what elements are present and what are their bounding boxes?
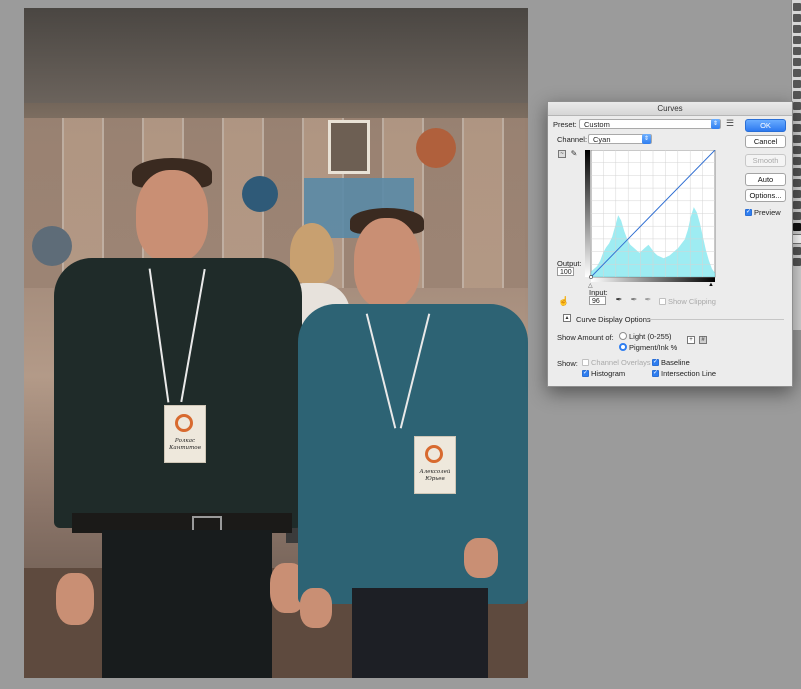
intersection-line-label: Intersection Line xyxy=(661,369,717,378)
baseline-label: Baseline xyxy=(661,358,690,367)
gray-eyedropper-icon[interactable]: ✒ xyxy=(630,296,638,304)
ceiling xyxy=(24,8,528,103)
curve-graph[interactable] xyxy=(585,150,716,283)
channel-overlays-label: Channel Overlays xyxy=(591,358,651,367)
zoom-tool-icon[interactable] xyxy=(793,212,801,220)
channel-value: Cyan xyxy=(593,135,611,144)
type-tool-icon[interactable] xyxy=(793,168,801,176)
document-canvas[interactable]: Ролкас Кантитов Алексолей Юрьев xyxy=(24,8,528,678)
channel-label: Channel: xyxy=(557,135,588,144)
preset-options-icon[interactable]: ☰ xyxy=(726,118,734,129)
history-brush-tool-icon[interactable] xyxy=(793,102,801,110)
black-eyedropper-icon[interactable]: ✒ xyxy=(615,296,623,304)
auto-button[interactable]: Auto xyxy=(745,173,786,186)
preset-value: Custom xyxy=(584,120,610,129)
simple-grid-icon[interactable]: + xyxy=(687,336,695,344)
ok-button[interactable]: OK xyxy=(745,119,786,132)
histogram-checkbox[interactable] xyxy=(582,369,589,377)
person-right: Алексолей Юрьев xyxy=(294,208,528,678)
channel-select[interactable]: Cyan ⇕ xyxy=(588,134,652,144)
channel-overlays-checkbox[interactable] xyxy=(582,359,589,366)
smooth-button[interactable]: Smooth xyxy=(745,154,786,167)
gradient-tool-icon[interactable] xyxy=(793,124,801,132)
quick-select-tool-icon[interactable] xyxy=(793,36,801,44)
name-badge-left: Ролкас Кантитов xyxy=(164,405,206,463)
blur-tool-icon[interactable] xyxy=(793,135,801,143)
input-field[interactable]: 96 xyxy=(589,296,606,305)
white-slider-icon[interactable]: ▲ xyxy=(708,282,714,288)
badge-text: Ролкас Кантитов xyxy=(169,438,201,451)
pigment-radio-label: Pigment/Ink % xyxy=(629,343,678,352)
pencil-tool-icon[interactable]: ✎ xyxy=(570,150,578,158)
section-divider xyxy=(647,319,784,320)
brush-tool-icon[interactable] xyxy=(793,80,801,88)
name-badge-right: Алексолей Юрьев xyxy=(414,436,456,494)
histogram-label: Histogram xyxy=(591,369,626,378)
preset-select[interactable]: Custom ⇕ xyxy=(579,119,721,129)
baseline-checkbox[interactable] xyxy=(652,358,659,366)
show-label: Show: xyxy=(557,359,578,368)
screen-mode-icon[interactable] xyxy=(793,258,801,266)
output-field[interactable]: 100 xyxy=(557,267,574,276)
show-clipping-label: Show Clipping xyxy=(668,297,716,306)
curve-display-options-label: Curve Display Options xyxy=(576,315,651,324)
input-gradient-bar xyxy=(591,277,715,282)
collapse-toggle-icon[interactable]: ▴ xyxy=(563,314,571,322)
decor-plate xyxy=(416,128,456,168)
foreground-color-icon[interactable] xyxy=(793,223,801,231)
healing-tool-icon[interactable] xyxy=(793,69,801,77)
detailed-grid-icon[interactable]: # xyxy=(699,336,707,344)
curve-point-tool-icon[interactable]: ~ xyxy=(558,150,566,158)
shape-tool-icon[interactable] xyxy=(793,190,801,198)
pigment-radio[interactable] xyxy=(619,343,627,351)
dialog-title: Curves xyxy=(548,102,792,116)
move-tool-icon[interactable] xyxy=(793,3,801,11)
light-radio-label: Light (0-255) xyxy=(629,332,672,341)
picture-frame xyxy=(328,120,370,174)
badge-text: Алексолей Юрьев xyxy=(419,469,451,482)
crop-tool-icon[interactable] xyxy=(793,47,801,55)
preset-label: Preset: xyxy=(553,120,577,129)
show-clipping-checkbox[interactable] xyxy=(659,298,666,305)
output-gradient-bar xyxy=(585,150,590,277)
cancel-button[interactable]: Cancel xyxy=(745,135,786,148)
show-amount-label: Show Amount of: xyxy=(557,333,614,342)
curves-dialog: Curves Preset: Custom ⇕ ☰ Channel: Cyan … xyxy=(547,101,793,387)
preview-checkbox[interactable] xyxy=(745,208,752,216)
black-point-handle[interactable] xyxy=(589,275,593,279)
path-select-tool-icon[interactable] xyxy=(793,179,801,187)
select-arrows-icon: ⇕ xyxy=(711,119,720,129)
select-arrows-icon: ⇕ xyxy=(642,134,651,144)
hand-tool-icon[interactable] xyxy=(793,201,801,209)
pen-tool-icon[interactable] xyxy=(793,157,801,165)
person-left: Ролкас Кантитов xyxy=(42,158,312,678)
options-button[interactable]: Options... xyxy=(745,189,786,202)
stamp-tool-icon[interactable] xyxy=(793,91,801,99)
eraser-tool-icon[interactable] xyxy=(793,113,801,121)
lasso-tool-icon[interactable] xyxy=(793,25,801,33)
background-color-icon[interactable] xyxy=(792,234,801,244)
dodge-tool-icon[interactable] xyxy=(793,146,801,154)
preview-label: Preview xyxy=(754,208,781,217)
intersection-line-checkbox[interactable] xyxy=(652,369,659,377)
white-eyedropper-icon[interactable]: ✒ xyxy=(644,296,652,304)
marquee-tool-icon[interactable] xyxy=(793,14,801,22)
light-radio[interactable] xyxy=(619,332,627,340)
eyedropper-tool-icon[interactable] xyxy=(793,58,801,66)
target-adjust-hand-icon[interactable]: ☝ xyxy=(558,296,569,307)
quick-mask-icon[interactable] xyxy=(793,247,801,255)
